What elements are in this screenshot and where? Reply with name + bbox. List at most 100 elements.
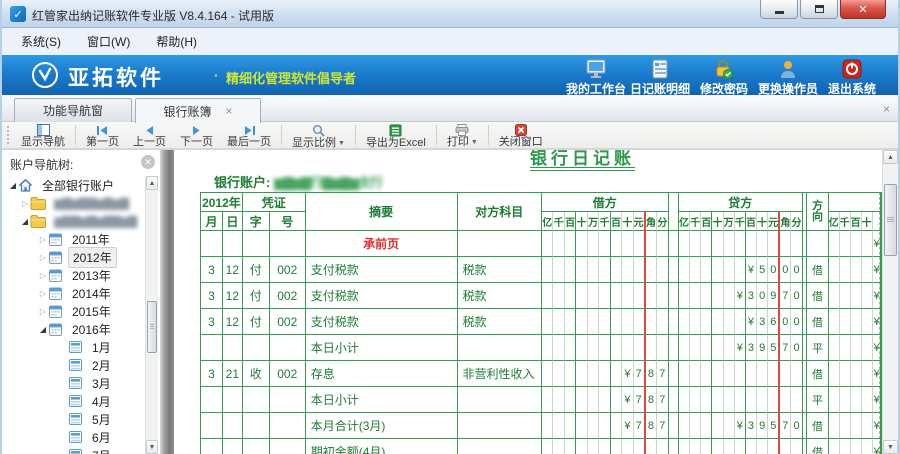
tree-item[interactable]: 7月 [2, 446, 145, 454]
tabstrip-close-icon[interactable]: × [883, 102, 890, 116]
tree-item[interactable]: 6月 [2, 428, 145, 446]
tree-panel-close-icon[interactable]: ✕ [141, 155, 155, 169]
expand-arrow-icon[interactable]: ▷ [38, 253, 48, 262]
panel-splitter[interactable] [160, 150, 174, 454]
toolbar-button-zoom-scale[interactable]: 显示比例 ▼ [285, 122, 352, 149]
tree-item[interactable]: ▷ ▆▇▆▇▇▆▇▆▇ [2, 194, 145, 212]
tree-scrollbar[interactable]: ▲ ▼ [145, 176, 158, 454]
cell-opposite [457, 231, 543, 257]
group-separator [668, 257, 679, 283]
debit-digit-cell: 7 [657, 413, 669, 439]
tab-inactive[interactable]: 功能导航窗 [14, 98, 132, 122]
debit-digit-cell [587, 283, 600, 309]
header-month: 月 [201, 212, 223, 231]
expand-arrow-icon[interactable]: ▷ [38, 289, 48, 298]
expand-arrow-icon[interactable]: ▷ [38, 235, 48, 244]
collapse-arrow-icon[interactable]: ◢ [20, 217, 30, 226]
balance-digit-cell [861, 387, 873, 413]
toolbar-button-show-nav[interactable]: 显示导航 [14, 122, 72, 148]
balance-digit-cell [828, 413, 840, 439]
expand-arrow-icon[interactable]: ▷ [38, 271, 48, 280]
toolbar-button-print[interactable]: 打印 ▼ [440, 122, 485, 148]
debit-digit-cell [564, 309, 577, 335]
balance-digit-cell [828, 335, 840, 361]
toolbar-button-close-window[interactable]: 关闭窗口 [492, 122, 550, 148]
month-icon [68, 376, 84, 391]
tree-item[interactable]: ◢ ▆▇▇▆▇▆▇▇▆▇ [2, 212, 145, 230]
debit-digit-cell [565, 439, 577, 454]
balance-digit-cell [862, 439, 873, 454]
month-icon [68, 412, 84, 427]
tree-item[interactable]: ◢ 全部银行账户 [2, 176, 145, 194]
digit-header: 分 [791, 212, 803, 231]
banner-action-change-password[interactable]: 修改密码 [692, 57, 756, 95]
expand-arrow-icon[interactable]: ▷ [20, 199, 30, 208]
debit-digit-cell [553, 309, 565, 335]
tree-item-selected[interactable]: ▷ 2012年 [2, 246, 145, 268]
balance-digit-cell [840, 439, 851, 454]
tree-scroll-down-icon[interactable]: ▼ [146, 440, 158, 454]
group-separator [668, 231, 679, 257]
tree-item[interactable]: 4月 [2, 392, 145, 410]
header-balance-partial [828, 193, 881, 212]
close-button[interactable]: ✕ [840, 0, 886, 19]
minimize-button[interactable] [760, 0, 798, 19]
menu-item[interactable]: 系统(S) [8, 29, 74, 54]
main-scrollbar[interactable]: ▲ ▼ [882, 150, 898, 454]
switch-operator-icon [778, 57, 798, 79]
credit-digit-cell [791, 361, 803, 387]
menu-item[interactable]: 窗口(W) [74, 29, 143, 54]
toolbar-button-last-page[interactable]: 最后一页 [220, 122, 278, 148]
digit-header-partial [872, 212, 881, 231]
credit-digit-cell [712, 335, 724, 361]
banner-action-switch-operator[interactable]: 更换操作员 [756, 57, 820, 95]
banner-action-journal-detail[interactable]: 日记账明细 [628, 57, 692, 95]
tree-item[interactable]: 3月 [2, 374, 145, 392]
tab-strip: × 功能导航窗 银行账簿 × [2, 95, 898, 123]
tab-active[interactable]: 银行账簿 × [135, 98, 261, 123]
menu-item[interactable]: 帮助(H) [143, 29, 210, 54]
collapse-arrow-icon[interactable]: ◢ [38, 325, 48, 334]
debit-digit-cell: 8 [645, 387, 658, 413]
credit-digit-cell: 6 [768, 309, 781, 335]
tree-item[interactable]: ▷ 2014年 [2, 284, 145, 302]
tree-scrollbar-thumb[interactable] [147, 301, 157, 353]
dropdown-arrow-icon[interactable]: ▼ [338, 140, 345, 147]
main-scroll-down-icon[interactable]: ▼ [883, 440, 898, 454]
debit-digit-cell [622, 335, 634, 361]
main-scroll-up-icon[interactable]: ▲ [883, 150, 898, 164]
toolbar-button-first-page[interactable]: 第一页 [79, 122, 126, 148]
tree-item[interactable]: ▷ 2013年 [2, 266, 145, 284]
tree-item-label: 5月 [92, 412, 111, 427]
credit-digit-cell [780, 361, 792, 387]
brand-separator: · [214, 67, 219, 83]
maximize-button[interactable] [800, 0, 838, 19]
debit-digit-cell [610, 387, 623, 413]
banner-action-exit-system[interactable]: 退出系统 [820, 57, 884, 95]
tree-scroll-up-icon[interactable]: ▲ [146, 176, 158, 190]
debit-digit-cell [553, 335, 565, 361]
account-tree-panel: 账户导航树: ✕ ◢ 全部银行账户 ▷ ▆▇▆▇▇▆▇▆▇ ◢ ▆▇▇▆▇▆▇▇▆▇ ▷ 20… [2, 150, 160, 454]
toolbar-button-next-page[interactable]: 下一页 [173, 122, 220, 148]
expand-arrow-icon[interactable]: ▷ [38, 307, 48, 316]
tree-item[interactable]: ▷ 2015年 [2, 302, 145, 320]
toolbar-button-prev-page[interactable]: 上一页 [126, 122, 173, 148]
banner-action-workstation[interactable]: 我的工作台 [564, 57, 628, 95]
toolbar-button-export-excel[interactable]: 导出为Excel [359, 122, 433, 149]
cell-number: 002 [269, 361, 306, 387]
main-scrollbar-thumb[interactable] [884, 184, 897, 256]
dropdown-arrow-icon[interactable]: ▼ [471, 139, 478, 146]
debit-digit-cell [564, 257, 577, 283]
debit-digit-cell [576, 309, 588, 335]
tree-item[interactable]: ▷ 2011年 [2, 230, 145, 248]
tree-item[interactable]: 1月 [2, 338, 145, 356]
credit-digit-cell [679, 439, 691, 454]
collapse-arrow-icon[interactable]: ◢ [8, 181, 18, 190]
tree-item[interactable]: 2月 [2, 356, 145, 374]
tree-item[interactable]: 5月 [2, 410, 145, 428]
credit-digit-cell [678, 309, 691, 335]
tree-item[interactable]: ◢ 2016年 [2, 320, 145, 338]
tab-close-icon[interactable]: × [226, 104, 233, 118]
cell-month [201, 231, 223, 257]
tree-item-label: 2月 [92, 358, 111, 373]
